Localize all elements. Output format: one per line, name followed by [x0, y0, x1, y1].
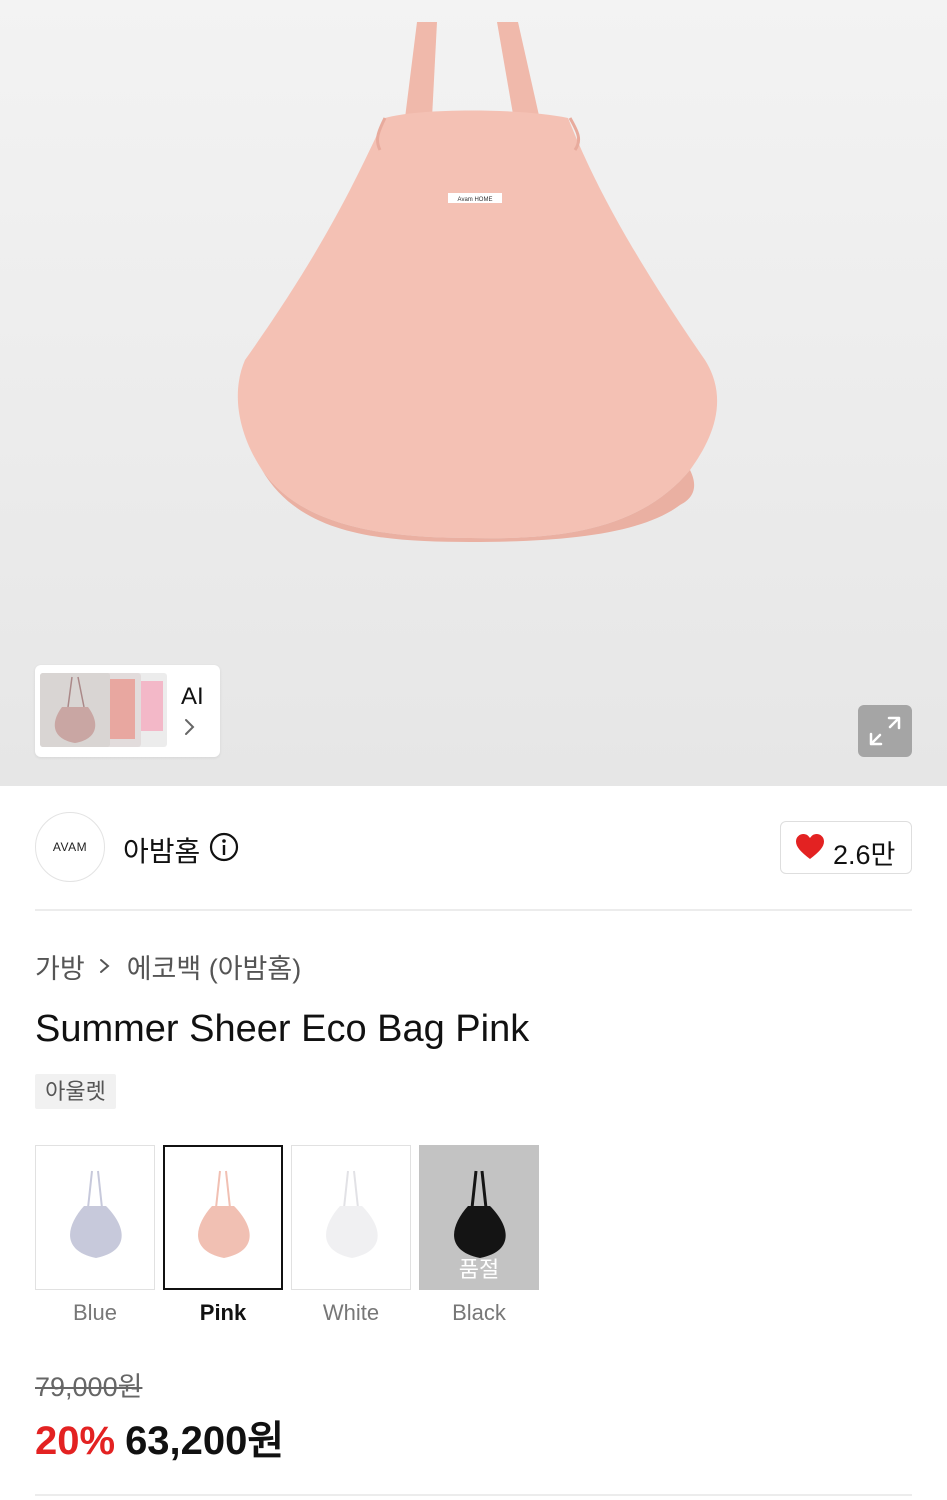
- breadcrumb-subcategory[interactable]: 에코백 (아밤홈): [127, 947, 302, 986]
- like-count: 2.6만: [833, 840, 896, 870]
- ai-recommend-thumbnails[interactable]: AI: [35, 665, 220, 757]
- divider: [35, 909, 912, 911]
- soldout-label: 품절: [458, 1257, 500, 1282]
- product-image-gallery[interactable]: Avam HOME AI: [0, 0, 947, 786]
- expand-image-button[interactable]: [858, 705, 912, 757]
- heart-icon: [796, 834, 824, 859]
- color-option-pink[interactable]: [163, 1145, 283, 1290]
- swatch-image: [326, 1170, 378, 1258]
- color-option-label: Pink: [199, 1300, 247, 1325]
- color-option-blue[interactable]: [35, 1145, 155, 1290]
- color-option-black[interactable]: 품절: [419, 1145, 539, 1290]
- thumbnail-image-2[interactable]: [105, 673, 141, 747]
- breadcrumb-category[interactable]: 가방: [35, 947, 85, 986]
- color-option-label: White: [322, 1300, 380, 1325]
- outlet-badge: 아울렛: [35, 1074, 116, 1109]
- chevron-right-icon: [99, 959, 110, 973]
- brand-name[interactable]: 아밤홈: [123, 830, 200, 870]
- brand-logo-text: AVAM: [52, 840, 88, 854]
- breadcrumb: 가방 에코백 (아밤홈): [35, 948, 301, 984]
- swatch-image: [198, 1170, 250, 1258]
- original-price: 79,000원: [35, 1372, 143, 1402]
- thumbnail-image-1[interactable]: [40, 673, 110, 747]
- color-option-label: Blue: [72, 1300, 118, 1325]
- color-option-white[interactable]: [291, 1145, 411, 1290]
- ai-label: AI: [181, 683, 204, 710]
- sale-price-row: 20% 63,200원: [35, 1408, 284, 1466]
- discount-rate: 20%: [35, 1419, 116, 1463]
- expand-icon: [869, 716, 901, 746]
- next-section-edge: [35, 1494, 912, 1500]
- final-price: 63,200원: [125, 1419, 285, 1463]
- color-option-label: Black: [452, 1300, 506, 1325]
- chevron-right-icon: [185, 719, 195, 735]
- product-title: Summer Sheer Eco Bag Pink: [35, 1008, 530, 1050]
- info-icon[interactable]: [209, 832, 239, 862]
- swatch-image: [70, 1170, 122, 1258]
- brand-like-button[interactable]: 2.6만: [780, 821, 912, 874]
- brand-logo[interactable]: AVAM: [35, 812, 105, 882]
- bag-brand-tag: Avam HOME: [458, 197, 493, 203]
- brand-row: AVAM 아밤홈 2.6만: [35, 812, 912, 884]
